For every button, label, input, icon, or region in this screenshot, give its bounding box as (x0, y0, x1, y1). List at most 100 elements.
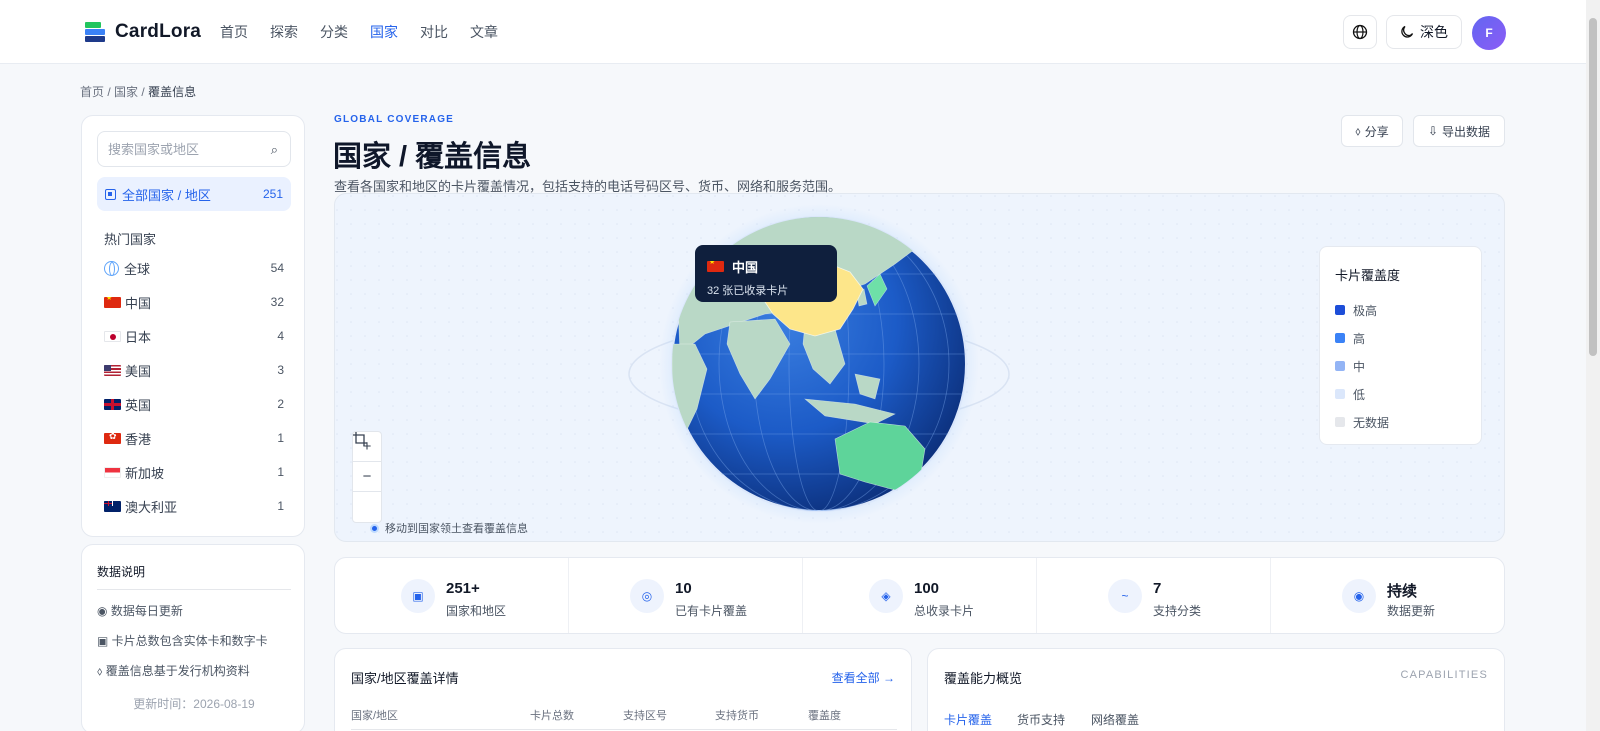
map-hint: 移动到国家领土查看覆盖信息 (370, 520, 528, 536)
stat-label: 已有卡片覆盖 (675, 604, 748, 618)
sidebar-item-all-countries[interactable]: 全部国家 / 地区 251 (97, 177, 291, 211)
country-tooltip: 中国 32 张已收录卡片 (695, 245, 837, 302)
download-icon: ⇩ (1427, 124, 1439, 138)
note-item: ◉ 数据每日更新 (97, 604, 183, 618)
diamond-icon: ◈ (869, 579, 903, 613)
sidebar-item-japan[interactable]: 日本 4 (104, 319, 284, 353)
note-item: ⬨ 覆盖信息基于发行机构资料 (97, 664, 250, 678)
wave-icon: ~ (1108, 579, 1142, 613)
brand-name: CardLora (115, 21, 202, 42)
legend-swatch (1335, 389, 1345, 399)
theme-toggle-button[interactable]: 深色 (1386, 15, 1462, 49)
nav-explore[interactable]: 探索 (270, 22, 298, 42)
sidebar-item-hong-kong[interactable]: 香港 1 (104, 421, 284, 455)
column-header[interactable]: 国家/地区 (351, 707, 398, 723)
sidebar-item-usa[interactable]: 美国 3 (104, 353, 284, 387)
japan-flag-icon (104, 330, 121, 342)
stat-value: 持续 (1387, 583, 1418, 600)
country-count: 3 (277, 363, 284, 377)
nav-home[interactable]: 首页 (220, 22, 248, 42)
hot-countries-heading: 热门国家 (104, 232, 157, 247)
sidebar-item-singapore[interactable]: 新加坡 1 (104, 455, 284, 489)
tab-card-coverage[interactable]: 卡片覆盖 (944, 711, 992, 728)
column-header[interactable]: 卡片总数 (530, 707, 574, 723)
nav-categories[interactable]: 分类 (320, 22, 348, 42)
search-input[interactable] (108, 141, 258, 157)
globe-icon (1352, 24, 1368, 40)
top-navigation-bar: CardLora 首页 探索 分类 国家 对比 文章 深色 F (0, 0, 1586, 64)
country-search: ⌕ (97, 131, 291, 167)
china-flag-icon (707, 261, 724, 272)
country-name: 日本 (125, 329, 152, 345)
breadcrumb: 首页 / 国家 / 覆盖信息 (80, 83, 196, 100)
view-all-link[interactable]: 查看全部 → (832, 669, 895, 686)
world-coverage-map[interactable]: 中国 32 张已收录卡片 卡片覆盖度 极高 高 中 低 无数据 + − 移动到国… (334, 193, 1505, 542)
square-icon: ▣ (401, 579, 435, 613)
target-icon: ◎ (630, 579, 664, 613)
search-icon[interactable]: ⌕ (271, 142, 278, 158)
breadcrumb-current: 覆盖信息 (148, 85, 197, 99)
stat-label: 数据更新 (1387, 604, 1436, 618)
tooltip-card-count: 32 张已收录卡片 (707, 285, 789, 297)
user-avatar[interactable]: F (1472, 16, 1506, 50)
column-header[interactable]: 覆盖度 (808, 707, 841, 723)
tab-currency-support[interactable]: 货币支持 (1017, 711, 1065, 728)
reset-view-button[interactable] (353, 432, 381, 522)
card-tag: CAPABILITIES (1400, 669, 1488, 681)
hot-country-list: 全球 54 中国 32 日本 4 美国 3 英国 2 香港 1 新加坡 1 澳大利亚 1 (104, 251, 284, 523)
china-flag-icon (104, 296, 121, 308)
column-header[interactable]: 支持货币 (715, 707, 759, 723)
scrollbar-thumb[interactable] (1589, 18, 1597, 356)
main-nav: 首页 探索 分类 国家 对比 文章 (220, 22, 498, 42)
share-button[interactable]: ⬨ 分享 (1341, 115, 1403, 147)
language-button[interactable] (1343, 15, 1377, 49)
stat-label: 总收录卡片 (914, 604, 975, 618)
table-header-divider (351, 729, 897, 730)
globe-icon (104, 260, 119, 276)
sidebar-item-global[interactable]: 全球 54 (104, 251, 284, 285)
country-name: 美国 (125, 363, 152, 379)
coverage-legend: 卡片覆盖度 极高 高 中 低 无数据 (1319, 246, 1482, 445)
country-name: 澳大利亚 (125, 499, 178, 515)
sidebar-item-australia[interactable]: 澳大利亚 1 (104, 489, 284, 523)
legend-swatch (1335, 361, 1345, 371)
sidebar-item-count: 251 (262, 187, 283, 201)
brand-logo[interactable]: CardLora (85, 21, 201, 43)
zoom-out-button[interactable]: − (353, 462, 381, 492)
country-count: 1 (277, 465, 284, 479)
data-notes-card: 数据说明 ◉ 数据每日更新 ▣ 卡片总数包含实体卡和数字卡 ⬨ 覆盖信息基于发行… (81, 544, 305, 731)
legend-item: 中 (1335, 352, 1466, 380)
legend-title: 卡片覆盖度 (1335, 268, 1401, 283)
legend-swatch (1335, 417, 1345, 427)
capabilities-card: 覆盖能力概览 CAPABILITIES 卡片覆盖 货币支持 网络覆盖 (927, 648, 1505, 731)
crop-frame-icon (353, 432, 367, 446)
legend-item: 高 (1335, 324, 1466, 352)
country-count: 1 (277, 499, 284, 513)
country-count: 4 (277, 329, 284, 343)
breadcrumb-separator: / (141, 85, 145, 99)
country-name: 新加坡 (125, 465, 165, 481)
country-name: 英国 (125, 397, 152, 413)
breadcrumb-home[interactable]: 首页 (80, 85, 104, 99)
coverage-detail-card: 国家/地区覆盖详情 查看全部 → 国家/地区 卡片总数 支持区号 支持货币 覆盖… (334, 648, 912, 731)
export-data-button[interactable]: ⇩ 导出数据 (1413, 115, 1505, 147)
breadcrumb-countries[interactable]: 国家 (114, 85, 138, 99)
legend-item: 低 (1335, 380, 1466, 408)
nav-countries[interactable]: 国家 (370, 22, 398, 42)
share-icon: ⬨ (1355, 123, 1361, 138)
map-zoom-controls: + − (352, 431, 382, 523)
nav-articles[interactable]: 文章 (470, 22, 498, 42)
stat-label: 国家和地区 (446, 604, 507, 618)
page-scrollbar[interactable] (1586, 0, 1600, 731)
stat-value: 7 (1153, 580, 1162, 597)
column-header[interactable]: 支持区号 (623, 707, 667, 723)
section-eyebrow: GLOBAL COVERAGE (334, 114, 455, 125)
legend-swatch (1335, 333, 1345, 343)
uk-flag-icon (104, 398, 121, 410)
radio-icon: ◉ (1342, 579, 1376, 613)
sidebar-item-china[interactable]: 中国 32 (104, 285, 284, 319)
tab-network-coverage[interactable]: 网络覆盖 (1091, 711, 1139, 728)
country-name: 香港 (125, 431, 152, 447)
nav-compare[interactable]: 对比 (420, 22, 448, 42)
sidebar-item-uk[interactable]: 英国 2 (104, 387, 284, 421)
